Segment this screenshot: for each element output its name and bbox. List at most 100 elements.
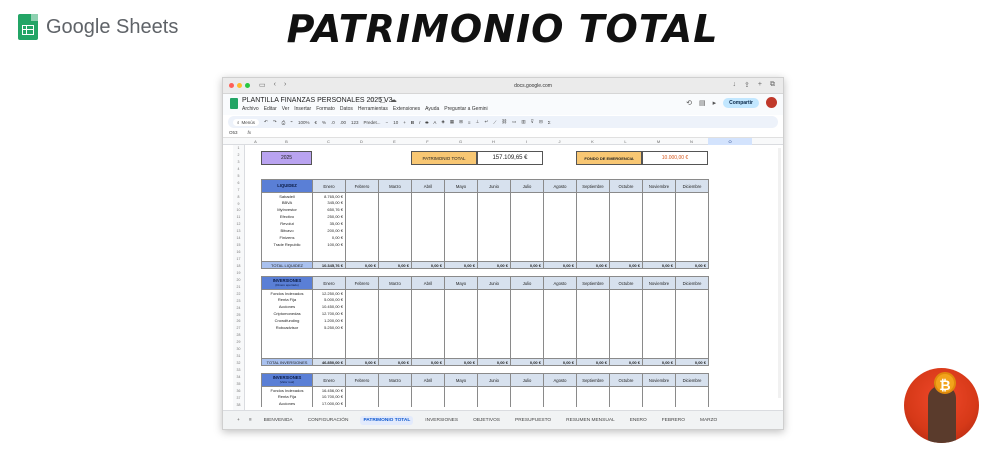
item-value-enero[interactable]: 1.200,00 € [312, 317, 346, 325]
month-cell[interactable] [345, 331, 379, 339]
functions-icon[interactable]: Σ [548, 120, 551, 125]
zoom-select[interactable]: 100% [298, 120, 310, 125]
month-cell[interactable] [477, 345, 511, 352]
item-name[interactable]: Crowdfunding [261, 317, 313, 325]
month-cell[interactable] [510, 199, 544, 207]
column-header[interactable]: J [543, 139, 576, 144]
month-cell[interactable] [642, 393, 676, 401]
month-cell[interactable] [675, 310, 709, 318]
month-cell[interactable] [444, 248, 478, 255]
month-cell[interactable] [444, 192, 478, 200]
menu-archivo[interactable]: Archivo [242, 106, 259, 112]
maximize-window-button[interactable] [245, 83, 250, 88]
font-size-input[interactable]: 10 [393, 120, 398, 125]
month-cell[interactable] [675, 393, 709, 401]
month-cell[interactable] [477, 213, 511, 221]
month-cell[interactable] [675, 317, 709, 325]
month-cell[interactable] [477, 241, 511, 248]
month-cell[interactable] [378, 303, 412, 311]
month-cell[interactable] [642, 310, 676, 318]
move-folder-icon[interactable]: ▢ [379, 96, 386, 104]
month-cell[interactable] [444, 338, 478, 345]
column-header[interactable]: E [378, 139, 411, 144]
month-cell[interactable] [576, 351, 610, 359]
menu-ayuda[interactable]: Ayuda [425, 106, 439, 112]
month-cell[interactable] [444, 317, 478, 325]
comment-icon[interactable]: ▭ [512, 119, 516, 125]
tab-marzo[interactable]: MARZO [697, 416, 720, 425]
month-cell[interactable] [675, 331, 709, 339]
month-cell[interactable] [609, 296, 643, 304]
month-cell[interactable] [477, 234, 511, 242]
item-value-enero[interactable]: 0,00 € [312, 234, 346, 242]
total-month[interactable]: 0,00 € [609, 358, 643, 367]
month-cell[interactable] [345, 338, 379, 345]
month-cell[interactable] [510, 241, 544, 248]
total-month[interactable]: 0,00 € [576, 358, 610, 367]
month-cell[interactable] [609, 241, 643, 248]
month-cell[interactable] [642, 199, 676, 207]
month-cell[interactable] [642, 338, 676, 345]
total-enero[interactable]: 46.850,00 € [312, 358, 346, 367]
star-icon[interactable]: ☆ [369, 96, 375, 104]
month-cell[interactable] [576, 213, 610, 221]
month-cell[interactable] [510, 296, 544, 304]
tab-patrimonio-total[interactable]: PATRIMONIO TOTAL [360, 415, 414, 425]
month-cell[interactable] [576, 241, 610, 248]
month-cell[interactable] [609, 345, 643, 352]
month-cell[interactable] [477, 393, 511, 401]
font-select[interactable]: Predet... [364, 120, 381, 125]
total-month[interactable]: 0,00 € [444, 261, 478, 270]
month-cell[interactable] [411, 303, 445, 311]
menu-ver[interactable]: Ver [282, 106, 290, 112]
month-cell[interactable] [510, 220, 544, 228]
month-cell[interactable] [675, 234, 709, 242]
item-name[interactable]: Trade Republic [261, 241, 313, 248]
tab-bienvenida[interactable]: BIENVENIDA [261, 416, 296, 425]
month-cell[interactable] [543, 213, 577, 221]
item-name[interactable]: Revolut [261, 220, 313, 228]
menu-insertar[interactable]: Insertar [294, 106, 311, 112]
item-value-enero[interactable]: 12.700,00 € [312, 310, 346, 318]
tab-objetivos[interactable]: OBJETIVOS [470, 416, 503, 425]
month-cell[interactable] [543, 345, 577, 352]
item-name[interactable]: Fondos Indexados [261, 289, 313, 297]
month-cell[interactable] [609, 227, 643, 235]
month-cell[interactable] [411, 324, 445, 332]
total-month[interactable]: 0,00 € [477, 261, 511, 270]
month-cell[interactable] [411, 310, 445, 318]
item-name[interactable]: Efectivo [261, 213, 313, 221]
close-window-button[interactable] [229, 83, 234, 88]
account-avatar[interactable] [766, 97, 777, 108]
month-cell[interactable] [642, 324, 676, 332]
font-size-minus-icon[interactable]: − [386, 120, 389, 125]
month-cell[interactable] [444, 234, 478, 242]
tab-configuracion[interactable]: CONFIGURACIÓN [305, 416, 352, 425]
month-cell[interactable] [543, 296, 577, 304]
menu-herramientas[interactable]: Herramientas [358, 106, 388, 112]
month-cell[interactable] [543, 317, 577, 325]
month-cell[interactable] [609, 386, 643, 394]
currency-format-button[interactable]: € [314, 120, 317, 125]
month-cell[interactable] [609, 248, 643, 255]
tab-febrero[interactable]: FEBRERO [659, 416, 688, 425]
month-cell[interactable] [510, 227, 544, 235]
item-name[interactable]: Acciones [261, 303, 313, 311]
month-cell[interactable] [345, 234, 379, 242]
total-month[interactable]: 0,00 € [477, 358, 511, 367]
month-cell[interactable] [576, 227, 610, 235]
month-cell[interactable] [576, 289, 610, 297]
month-cell[interactable] [609, 338, 643, 345]
item-value-enero[interactable]: 10.700,00 € [312, 393, 346, 401]
month-cell[interactable] [609, 393, 643, 401]
month-cell[interactable] [576, 303, 610, 311]
item-value-enero[interactable] [312, 345, 346, 352]
redo-icon[interactable]: ↷ [273, 119, 277, 125]
month-cell[interactable] [642, 234, 676, 242]
column-header[interactable]: A [250, 139, 261, 144]
link-icon[interactable]: ⛓ [501, 119, 507, 125]
month-cell[interactable] [345, 324, 379, 332]
month-cell[interactable] [510, 248, 544, 255]
month-cell[interactable] [444, 310, 478, 318]
total-month[interactable]: 0,00 € [543, 358, 577, 367]
